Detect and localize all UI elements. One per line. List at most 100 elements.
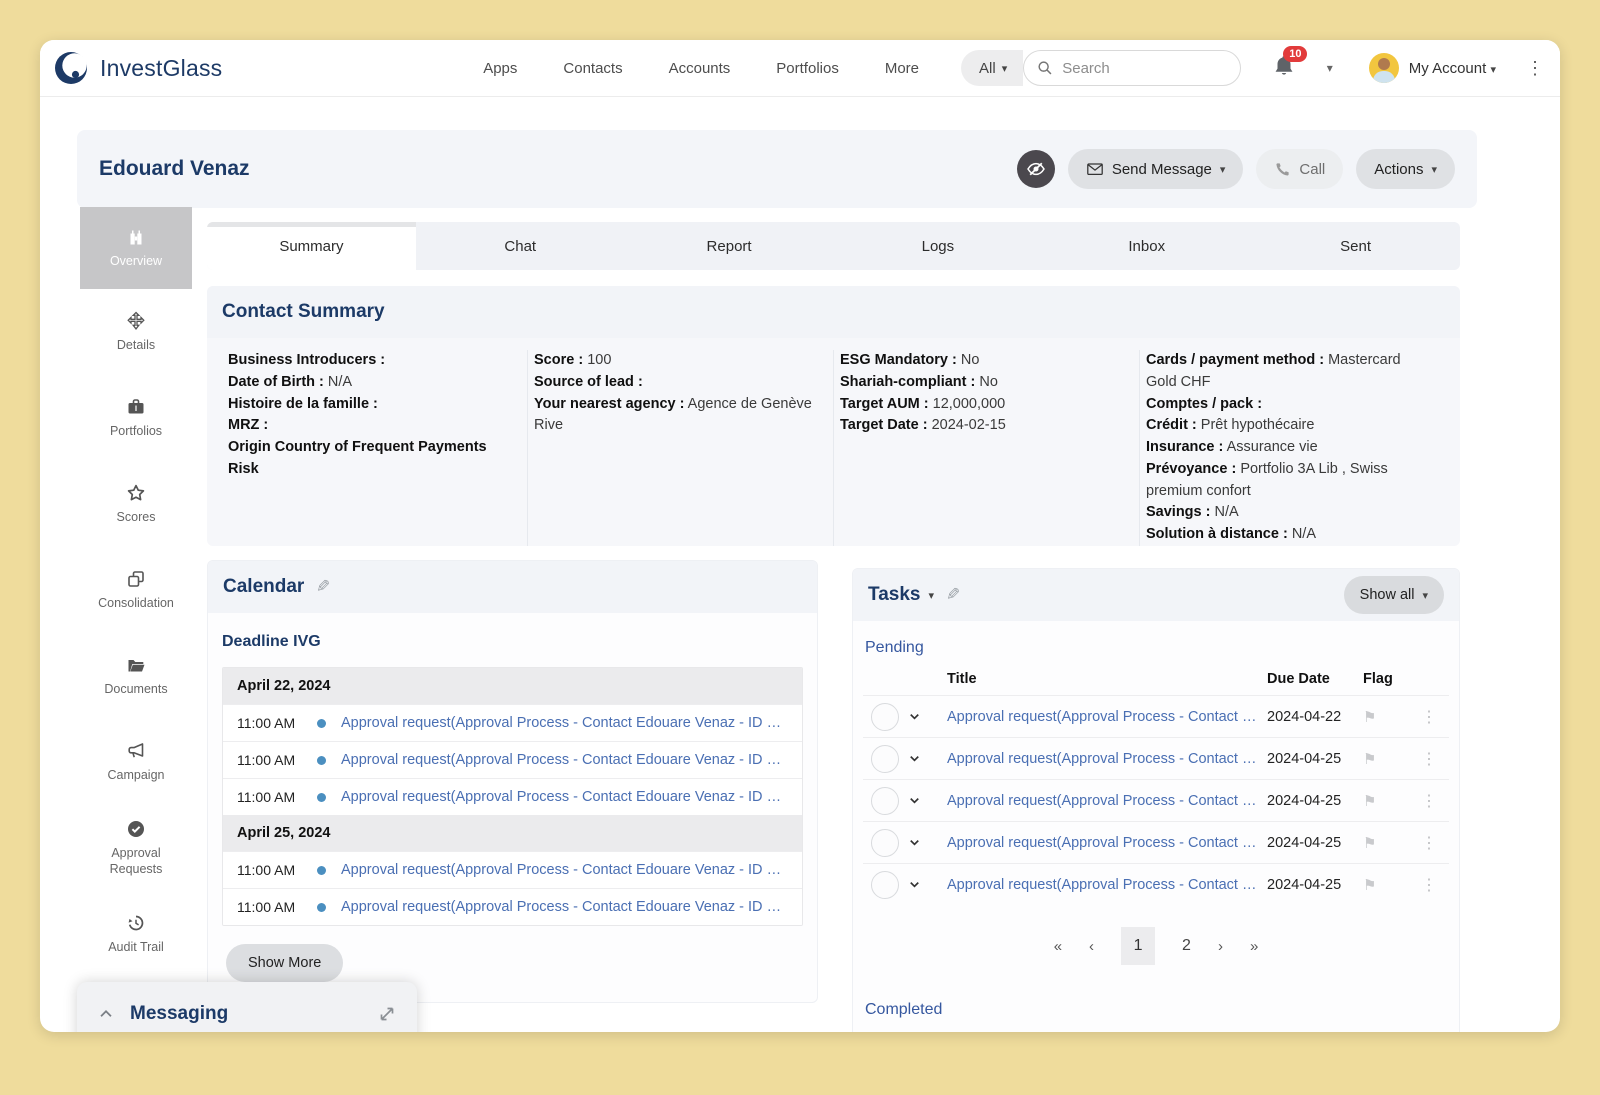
calendar-date-group: April 25, 2024	[223, 815, 802, 851]
tasks-title-dropdown[interactable]: Tasks ▾	[868, 584, 934, 606]
pagination-first[interactable]: «	[1054, 938, 1062, 955]
visibility-toggle-button[interactable]	[1016, 150, 1055, 188]
nav-links: Apps Contacts Accounts Portfolios More	[483, 60, 919, 77]
task-link[interactable]: Approval request(Approval Process - Cont…	[947, 709, 1267, 725]
tab-sent[interactable]: Sent	[1251, 222, 1460, 270]
messaging-title: Messaging	[130, 1003, 229, 1024]
tab-report[interactable]: Report	[625, 222, 834, 270]
nav-portfolios[interactable]: Portfolios	[776, 60, 839, 77]
tab-inbox[interactable]: Inbox	[1042, 222, 1251, 270]
pagination-next[interactable]: ›	[1218, 938, 1223, 955]
notifications-button[interactable]: 10	[1271, 46, 1308, 83]
flag-icon[interactable]: ⚑	[1363, 792, 1421, 810]
messaging-dock[interactable]: Messaging	[77, 982, 417, 1032]
actions-button[interactable]: Actions ▾	[1356, 149, 1455, 189]
active-tab-indicator	[207, 222, 416, 227]
row-menu-icon[interactable]: ⋮	[1421, 749, 1449, 769]
show-more-button[interactable]: Show More	[226, 944, 344, 982]
pagination-last[interactable]: »	[1250, 938, 1258, 955]
search-input[interactable]: Search	[1023, 50, 1242, 86]
actions-label: Actions	[1374, 160, 1424, 178]
avatar[interactable]	[1368, 53, 1399, 83]
flag-icon[interactable]: ⚑	[1363, 750, 1421, 768]
sidebar-item-approval-requests[interactable]: Approval Requests	[80, 805, 192, 891]
event-dot-icon	[317, 755, 326, 765]
field: Comptes / pack :	[1146, 395, 1263, 412]
nav-apps[interactable]: Apps	[483, 60, 517, 77]
pagination-prev[interactable]: ‹	[1089, 938, 1094, 955]
task-due-date: 2024-04-25	[1267, 834, 1342, 851]
sidebar-item-documents[interactable]: Documents	[80, 633, 192, 719]
task-row: Approval request(Approval Process - Cont…	[863, 779, 1449, 821]
field: Solution à distance : N/A	[1146, 526, 1316, 542]
tab-label: Inbox	[1128, 237, 1166, 255]
calendar-event-row: 11:00 AM Approval request(Approval Proce…	[223, 741, 802, 778]
flag-icon[interactable]: ⚑	[1363, 876, 1421, 894]
event-link[interactable]: Approval request(Approval Process - Cont…	[341, 899, 788, 915]
chevron-down-icon[interactable]	[907, 751, 947, 766]
task-link[interactable]: Approval request(Approval Process - Cont…	[947, 877, 1267, 893]
task-checkbox[interactable]	[871, 744, 899, 773]
notifications-chevron-icon[interactable]: ▾	[1327, 61, 1333, 75]
show-all-button[interactable]: Show all ▾	[1343, 576, 1444, 614]
expand-diagonal-icon[interactable]	[377, 1004, 397, 1024]
field: Target Date : 2024-02-15	[840, 417, 1006, 434]
sidebar-item-label: Documents	[104, 681, 168, 696]
search-scope-value: All	[979, 59, 996, 77]
flag-icon[interactable]: ⚑	[1363, 708, 1421, 726]
chevron-down-icon[interactable]	[907, 877, 947, 892]
event-link[interactable]: Approval request(Approval Process - Cont…	[341, 789, 788, 805]
my-account-menu[interactable]: My Account ▾	[1409, 60, 1496, 77]
sidebar-item-consolidation[interactable]: Consolidation	[80, 547, 192, 633]
calendar-event-row: 11:00 AM Approval request(Approval Proce…	[223, 851, 802, 888]
summary-column-1: Business Introducers : Date of Birth : N…	[222, 350, 528, 546]
row-menu-icon[interactable]: ⋮	[1421, 833, 1449, 853]
task-checkbox[interactable]	[871, 870, 899, 899]
chevron-down-icon[interactable]	[907, 793, 947, 808]
event-link[interactable]: Approval request(Approval Process - Cont…	[341, 752, 788, 768]
brand-logo[interactable]: InvestGlass	[52, 48, 273, 88]
row-menu-icon[interactable]: ⋮	[1421, 791, 1449, 811]
pagination-page-1[interactable]: 1	[1121, 927, 1156, 965]
overflow-menu-icon[interactable]: ⋮	[1526, 59, 1544, 77]
edit-pencil-icon[interactable]: ✎	[316, 577, 330, 597]
tab-chat[interactable]: Chat	[416, 222, 625, 270]
field: Insurance : Assurance vie	[1146, 439, 1318, 455]
chevron-down-icon: ▾	[1490, 63, 1496, 76]
event-link[interactable]: Approval request(Approval Process - Cont…	[341, 715, 788, 731]
task-checkbox[interactable]	[871, 828, 899, 857]
sidebar-item-overview[interactable]: Overview	[80, 207, 192, 289]
sidebar-item-scores[interactable]: Scores	[80, 461, 192, 547]
call-button[interactable]: Call	[1256, 149, 1344, 189]
flag-icon[interactable]: ⚑	[1363, 834, 1421, 852]
task-link[interactable]: Approval request(Approval Process - Cont…	[947, 835, 1267, 851]
tab-summary[interactable]: Summary	[207, 222, 416, 270]
event-link[interactable]: Approval request(Approval Process - Cont…	[341, 862, 788, 878]
sidebar-item-audit-trail[interactable]: Audit Trail	[80, 891, 192, 977]
task-checkbox[interactable]	[871, 786, 899, 815]
chevron-down-icon[interactable]	[907, 709, 947, 724]
pagination-page-2[interactable]: 2	[1182, 937, 1191, 955]
tasks-panel: Tasks ▾ ✎ Show all ▾ Pending Title Due D…	[852, 568, 1460, 1032]
tab-label: Sent	[1340, 237, 1371, 255]
row-menu-icon[interactable]: ⋮	[1421, 875, 1449, 895]
send-message-button[interactable]: Send Message ▾	[1067, 149, 1244, 189]
nav-accounts[interactable]: Accounts	[669, 60, 731, 77]
row-menu-icon[interactable]: ⋮	[1421, 707, 1449, 727]
task-link[interactable]: Approval request(Approval Process - Cont…	[947, 793, 1267, 809]
eye-slash-icon	[1026, 159, 1046, 179]
search-scope-dropdown[interactable]: All ▾	[961, 50, 1024, 86]
event-dot-icon	[317, 718, 326, 728]
chevron-down-icon[interactable]	[907, 835, 947, 850]
task-checkbox[interactable]	[871, 702, 899, 731]
nav-more[interactable]: More	[885, 60, 919, 77]
task-link[interactable]: Approval request(Approval Process - Cont…	[947, 751, 1267, 767]
sidebar-item-campaign[interactable]: Campaign	[80, 719, 192, 805]
edit-pencil-icon[interactable]: ✎	[946, 585, 960, 605]
sidebar-item-details[interactable]: Details	[80, 289, 192, 375]
chevron-up-icon[interactable]	[97, 1005, 115, 1023]
phone-icon	[1274, 161, 1291, 178]
nav-contacts[interactable]: Contacts	[563, 60, 622, 77]
sidebar-item-portfolios[interactable]: Portfolios	[80, 375, 192, 461]
tab-logs[interactable]: Logs	[833, 222, 1042, 270]
